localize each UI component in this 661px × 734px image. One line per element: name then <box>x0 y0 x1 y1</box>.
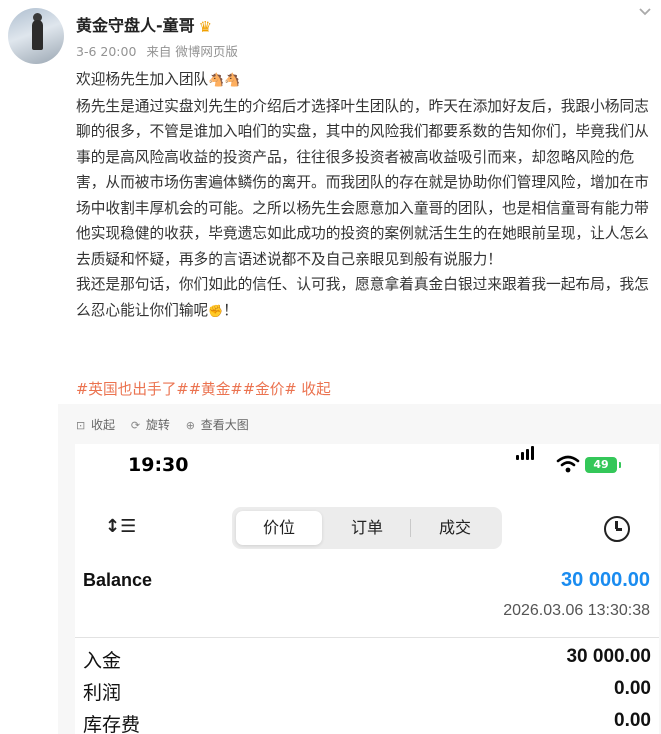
screenshot-image[interactable]: 19:30 49 ↕☰ 价位 订单 成交 Balance 30 000.00 2… <box>75 444 659 734</box>
balance-value: 30 000.00 <box>561 569 650 591</box>
profit-value: 0.00 <box>614 678 651 699</box>
status-time: 19:30 <box>128 454 189 476</box>
avatar[interactable] <box>8 8 64 64</box>
collapse-icon: ⊡ <box>76 419 86 432</box>
deposit-value: 30 000.00 <box>566 646 651 667</box>
post-line-closing: 我还是那句话，你们如此的信任、认可我，愿意拿着真金白银过来跟着我一起布局，我怎么… <box>76 272 660 324</box>
fist-emoji-icon: ✊ <box>208 303 224 318</box>
battery-tip <box>619 462 621 468</box>
collapse-text-link[interactable]: 收起 <box>297 381 330 398</box>
collapse-button[interactable]: ⊡ 收起 <box>76 416 115 433</box>
list-item: 入金 30 000.00 <box>83 646 651 676</box>
tab-separator <box>410 519 411 537</box>
author-name[interactable]: 黄金守盘人-童哥 ♛ <box>76 12 212 36</box>
tag-gold-price[interactable]: #金价# <box>243 381 297 398</box>
view-large-button[interactable]: ⊕ 查看大图 <box>186 416 249 433</box>
list-item: 库存费 0.00 <box>83 710 651 734</box>
tab-price[interactable]: 价位 <box>236 511 322 545</box>
post-meta: 3-6 20:00 来自 微博网页版 <box>76 41 238 60</box>
post-line-body: 杨先生是通过实盘刘先生的介绍后才选择叶生团队的，昨天在添加好友后，我跟小杨同志聊… <box>76 97 649 268</box>
rotate-icon: ⟳ <box>130 419 141 432</box>
media-panel: ⊡ 收起 ⟳ 旋转 ⊕ 查看大图 19:30 49 ↕☰ 价位 订单 成交 Balan… <box>58 404 661 734</box>
source-prefix: 来自 <box>146 44 172 59</box>
sort-icon[interactable]: ↕☰ <box>105 516 136 537</box>
chevron-down-icon[interactable] <box>637 6 653 20</box>
tab-deals[interactable]: 成交 <box>412 511 498 545</box>
post-content: 欢迎杨先生加入团队🐴🐴 杨先生是通过实盘刘先生的介绍后才选择叶生团队的，昨天在添… <box>76 67 660 324</box>
horse-emoji-icon: 🐴🐴 <box>208 73 241 88</box>
rotate-button[interactable]: ⟳ 旋转 <box>131 416 170 433</box>
balance-date: 2026.03.06 13:30:38 <box>503 602 650 619</box>
media-toolbar: ⊡ 收起 ⟳ 旋转 ⊕ 查看大图 <box>76 416 261 433</box>
post-time[interactable]: 3-6 20:00 <box>76 44 136 59</box>
swap-label: 库存费 <box>83 714 141 734</box>
wifi-icon <box>556 455 580 473</box>
balance-label: Balance <box>83 570 153 590</box>
magnify-icon: ⊕ <box>185 419 195 432</box>
deposit-label: 入金 <box>83 650 122 672</box>
tab-orders[interactable]: 订单 <box>324 511 410 545</box>
divider <box>75 637 659 638</box>
swap-value: 0.00 <box>614 710 651 731</box>
crown-badge-icon: ♛ <box>198 18 213 36</box>
list-item: 利润 0.00 <box>83 678 651 708</box>
avatar-figure-body <box>32 20 43 50</box>
author-name-text[interactable]: 黄金守盘人-童哥 <box>76 16 195 35</box>
clock-icon[interactable] <box>604 516 630 542</box>
tag-uk[interactable]: #英国也出手了# <box>76 381 189 398</box>
profit-label: 利润 <box>83 682 122 704</box>
tag-gold[interactable]: #黄金# <box>189 381 243 398</box>
post-line-welcome: 欢迎杨先生加入团队🐴🐴 <box>76 67 660 94</box>
post-source[interactable]: 微博网页版 <box>175 44 238 59</box>
post-tags: #英国也出手了##黄金##金价# 收起 <box>76 378 331 399</box>
battery-icon: 49 <box>585 457 617 473</box>
segmented-tabs: 价位 订单 成交 <box>232 507 502 549</box>
